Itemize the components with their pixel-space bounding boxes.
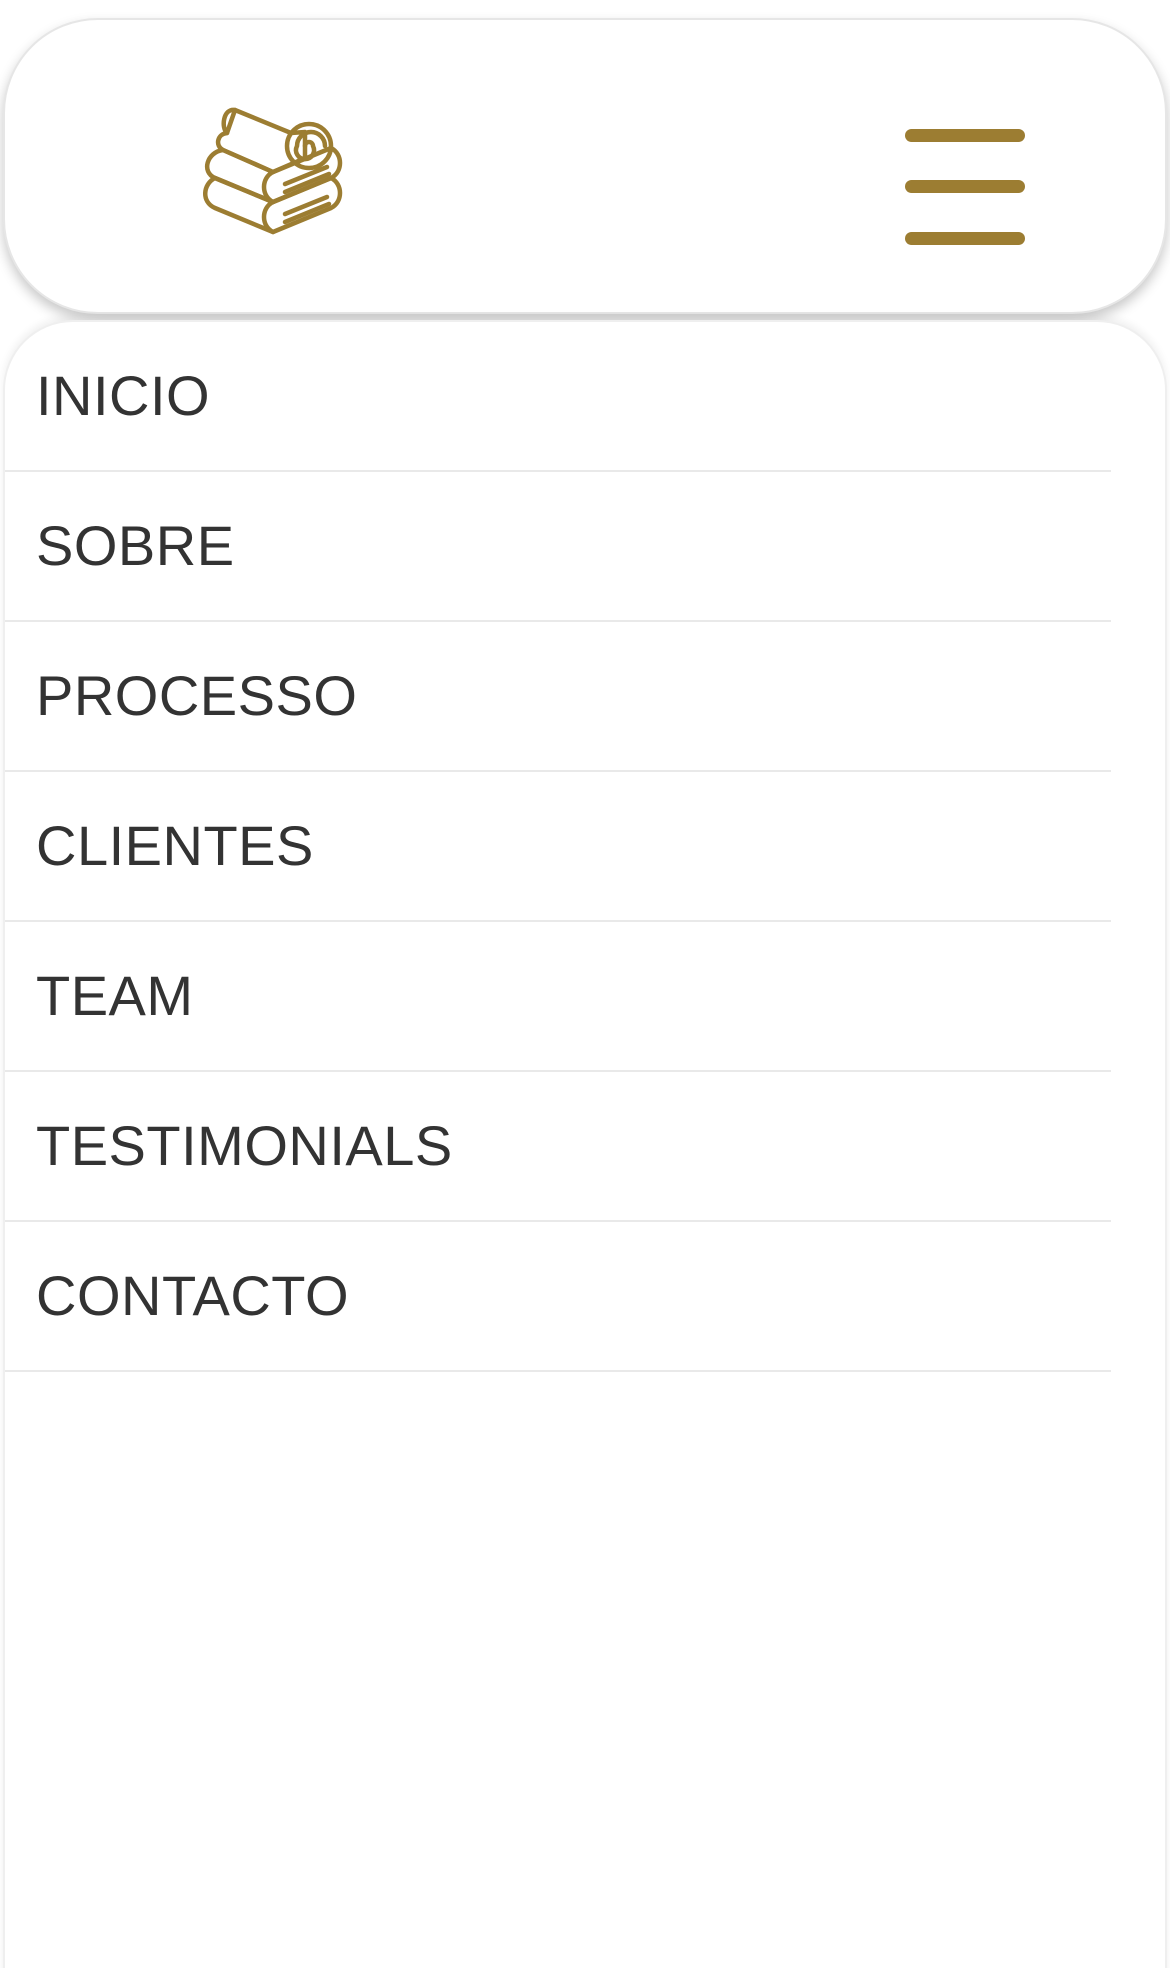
hamburger-menu-icon[interactable] — [897, 124, 1027, 254]
menu-bar-bottom — [905, 232, 1025, 245]
nav-item-team[interactable]: TEAM — [5, 922, 1111, 1072]
nav-item-inicio[interactable]: INICIO — [5, 322, 1111, 472]
nav-item-contacto[interactable]: CONTACTO — [5, 1222, 1111, 1372]
nav-item-processo[interactable]: PROCESSO — [5, 622, 1111, 772]
nav-item-clientes[interactable]: CLIENTES — [5, 772, 1111, 922]
mobile-nav-menu: INICIO SOBRE PROCESSO CLIENTES TEAM TEST… — [3, 320, 1167, 1968]
menu-bar-top — [905, 129, 1025, 142]
towel-stack-icon[interactable] — [193, 88, 363, 258]
menu-bar-middle — [905, 180, 1025, 193]
nav-list: INICIO SOBRE PROCESSO CLIENTES TEAM TEST… — [5, 322, 1111, 1372]
page: INICIO SOBRE PROCESSO CLIENTES TEAM TEST… — [0, 0, 1170, 1968]
nav-item-testimonials[interactable]: TESTIMONIALS — [5, 1072, 1111, 1222]
nav-item-sobre[interactable]: SOBRE — [5, 472, 1111, 622]
site-header — [3, 18, 1167, 314]
